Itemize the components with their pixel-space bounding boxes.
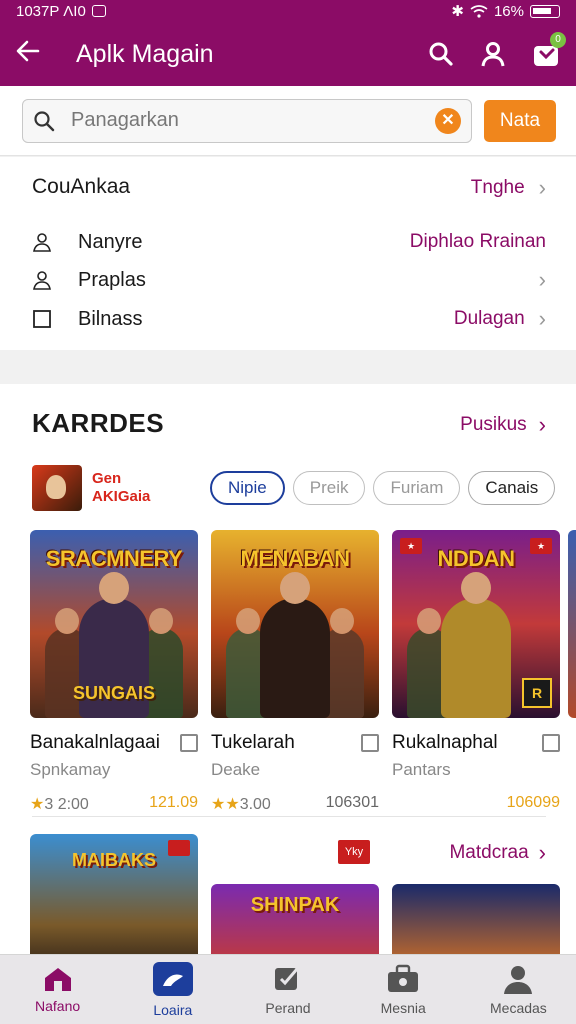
bottom-navigation: Nafano Loaira Perand Mesnia Mecadas bbox=[0, 954, 576, 1024]
search-box: ✕ bbox=[22, 98, 472, 143]
category-row-value: Diphlao Rrainan bbox=[409, 231, 546, 252]
nav-label: Perand bbox=[265, 999, 311, 1016]
game-card[interactable]: SHINPAK bbox=[211, 884, 379, 954]
checkbox-icon bbox=[33, 310, 51, 328]
search-submit-button[interactable]: Nata bbox=[484, 99, 556, 142]
person-icon bbox=[33, 233, 51, 252]
chevron-right-icon: › bbox=[538, 175, 546, 200]
category-row[interactable]: Bilnass Dulagan › bbox=[32, 304, 546, 334]
see-more-link[interactable]: Matdcraa › bbox=[449, 840, 546, 866]
filter-row: Gen AKIGaia Nipie Preik Furiam Canais bbox=[32, 465, 576, 511]
filter-chip[interactable]: Preik bbox=[292, 471, 366, 505]
search-row: ✕ Nata bbox=[0, 86, 576, 156]
game-card[interactable] bbox=[392, 884, 560, 954]
status-time: 1037P ΛI0 bbox=[16, 2, 86, 20]
nav-item-edit[interactable]: Perand bbox=[230, 955, 345, 1024]
category-row-label: Nanyre bbox=[78, 230, 143, 253]
nav-label: Mesnia bbox=[380, 999, 426, 1016]
game-cover-image: MENABAN bbox=[211, 530, 379, 718]
games-section: KARRDES Pusikus › Gen AKIGaia Nipie Prei… bbox=[0, 384, 576, 954]
app-bar: Aplk Magain 0 bbox=[0, 22, 576, 86]
cart-button[interactable]: 0 bbox=[532, 32, 566, 68]
battery-percent: 16% bbox=[493, 2, 524, 20]
game-name: Tukelarah bbox=[211, 732, 295, 753]
game-name: Rukalnaphal bbox=[392, 732, 498, 753]
game-cover-image: SRACMNERY SUNGAIS bbox=[30, 530, 198, 718]
game-publisher: Pantars bbox=[392, 760, 451, 779]
category-row-label: Bilnass bbox=[78, 307, 143, 330]
game-rating: 3.00 bbox=[239, 796, 271, 813]
briefcase-icon bbox=[388, 964, 419, 992]
category-link-label: Tnghe bbox=[470, 177, 525, 198]
game-price: 106301 bbox=[325, 794, 379, 811]
cart-badge: 0 bbox=[550, 32, 566, 48]
nav-label: Nafano bbox=[35, 997, 81, 1014]
profile-icon bbox=[504, 965, 533, 994]
select-checkbox[interactable] bbox=[180, 734, 198, 752]
game-rating: 3 2:00 bbox=[44, 796, 89, 813]
nav-item-home[interactable]: Nafano bbox=[0, 955, 115, 1024]
nav-label: Mecadas bbox=[490, 999, 547, 1016]
game-name: Banakalnlagaai bbox=[30, 732, 160, 753]
chevron-right-icon: › bbox=[538, 306, 546, 331]
wifi-icon bbox=[470, 4, 488, 18]
chevron-right-icon: › bbox=[538, 412, 546, 437]
divider bbox=[32, 816, 546, 817]
clear-search-button[interactable]: ✕ bbox=[435, 107, 461, 134]
brand-logo bbox=[32, 465, 82, 511]
nav-item-briefcase[interactable]: Mesnia bbox=[346, 955, 461, 1024]
chevron-right-icon: › bbox=[538, 840, 546, 865]
see-more-label: Pusikus bbox=[460, 414, 527, 435]
new-badge: Yky bbox=[338, 840, 370, 864]
edit-icon bbox=[275, 967, 299, 990]
see-more-link[interactable]: Pusikus › bbox=[460, 412, 546, 438]
account-icon[interactable] bbox=[480, 41, 506, 67]
home-icon bbox=[44, 967, 71, 991]
category-title: CouAnkaa bbox=[32, 175, 131, 198]
search-icon[interactable] bbox=[428, 41, 454, 67]
game-cover-image: ★ ★ NDDAN R bbox=[392, 530, 560, 718]
battery-icon bbox=[530, 4, 560, 18]
see-more-label: Matdcraa bbox=[449, 842, 529, 863]
search-icon bbox=[34, 110, 55, 131]
category-link[interactable]: Tnghe › bbox=[471, 175, 546, 201]
page-title: Aplk Magain bbox=[76, 39, 214, 68]
category-row-label: Praplas bbox=[78, 268, 146, 291]
select-checkbox[interactable] bbox=[542, 734, 560, 752]
filter-chip[interactable]: Nipie bbox=[210, 471, 285, 505]
game-publisher: Deake bbox=[211, 760, 261, 779]
game-price: 121.09 bbox=[149, 794, 198, 811]
star-icon: ★★ bbox=[211, 796, 240, 813]
game-publisher: Spnkamay bbox=[30, 760, 111, 779]
category-section: CouAnkaa Tnghe › Nanyre Diphlao Rrainan … bbox=[0, 157, 576, 350]
library-icon bbox=[152, 961, 193, 996]
brand-name: Gen AKIGaia bbox=[92, 470, 151, 505]
game-card[interactable]: MENABAN Tukelarah Deake ★★3.00 106301 bbox=[211, 530, 379, 814]
category-row[interactable]: Praplas › bbox=[32, 265, 546, 295]
nav-item-library[interactable]: Loaira bbox=[115, 955, 230, 1024]
next-card-peek bbox=[568, 530, 576, 718]
category-row[interactable]: Nanyre Diphlao Rrainan bbox=[32, 227, 546, 257]
status-bar: 1037P ΛI0 ✱ 16% bbox=[0, 0, 576, 22]
star-icon: ★ bbox=[30, 796, 45, 813]
chevron-right-icon: › bbox=[538, 267, 546, 292]
game-card[interactable]: SRACMNERY SUNGAIS Banakalnlagaai Spnkama… bbox=[30, 530, 198, 814]
game-card[interactable]: ★ ★ NDDAN R Rukalnaphal Pantars 106099 bbox=[392, 530, 560, 812]
game-card[interactable]: MAIBAKS bbox=[30, 834, 198, 954]
select-checkbox[interactable] bbox=[361, 734, 379, 752]
nav-item-profile[interactable]: Mecadas bbox=[461, 955, 576, 1024]
game-price: 106099 bbox=[506, 794, 560, 811]
nav-label: Loaira bbox=[153, 1001, 193, 1018]
filter-chip[interactable]: Furiam bbox=[373, 471, 461, 505]
person-icon bbox=[33, 271, 51, 290]
rating-badge-icon: R bbox=[522, 678, 552, 708]
notification-icon bbox=[91, 5, 106, 17]
bluetooth-icon: ✱ bbox=[451, 3, 464, 20]
game-cards: SRACMNERY SUNGAIS Banakalnlagaai Spnkama… bbox=[30, 530, 576, 820]
back-arrow-icon[interactable] bbox=[16, 39, 56, 69]
section-title: KARRDES bbox=[32, 408, 165, 438]
filter-chip[interactable]: Canais bbox=[468, 471, 556, 505]
category-row-value: Dulagan bbox=[453, 308, 525, 329]
search-input[interactable] bbox=[71, 109, 435, 132]
